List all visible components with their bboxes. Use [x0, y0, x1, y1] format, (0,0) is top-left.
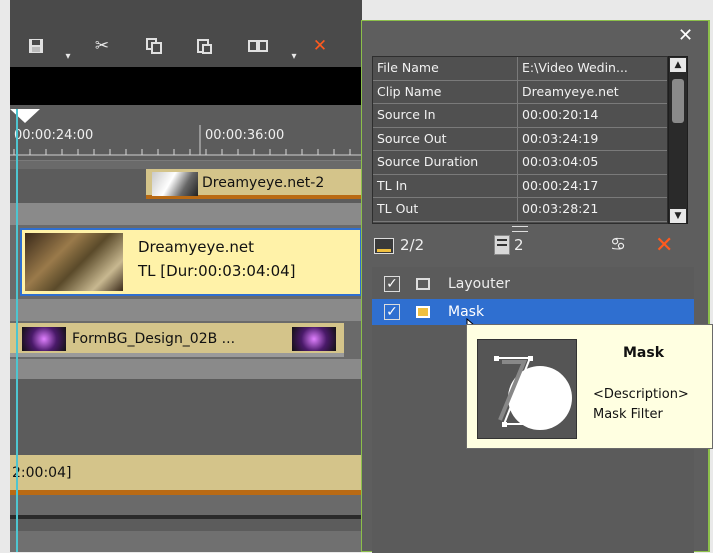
layouter-icon: [416, 278, 430, 290]
mask-icon: [416, 306, 430, 318]
property-value: E:\Video Wedin...: [518, 57, 667, 80]
filter-stack-icon[interactable]: [494, 235, 510, 255]
clip-thumbnail: [22, 327, 66, 351]
clip-formbg[interactable]: FormBG_Design_02B ...: [10, 323, 344, 357]
filter-settings-icon[interactable]: ♋: [610, 234, 626, 255]
track-gap: [10, 161, 362, 169]
filter-number: 2: [514, 236, 524, 254]
list-item-selected[interactable]: ✓ Mask: [372, 299, 694, 325]
track-row: [10, 359, 362, 379]
filter-count-label: 2/2: [400, 236, 425, 254]
clip-thumbnail: [25, 233, 123, 291]
tooltip-description-heading: <Description>: [593, 387, 689, 402]
ruler-tick-label: 00:00:36:00: [205, 128, 285, 143]
property-name: Source Out: [373, 127, 519, 150]
clip-label: FormBG_Design_02B ...: [72, 331, 236, 347]
clip-label: 2:00:04]: [12, 465, 72, 481]
property-value: 00:03:24:19: [518, 127, 667, 150]
property-name: TL Out: [373, 198, 519, 221]
track-row: [10, 203, 362, 225]
ruler-tick-label: 00:00:24:00: [14, 128, 94, 143]
splitter-handle[interactable]: [512, 226, 528, 232]
track-row: [10, 519, 362, 531]
checkbox[interactable]: ✓: [384, 304, 400, 320]
clip-properties-panel: ✕ File Name E:\Video Wedin... Clip Name Dr…: [361, 20, 710, 553]
scissors-icon[interactable]: ✂: [90, 34, 114, 58]
clip-label: Dreamyeye.net-2: [202, 175, 325, 191]
clip-audio[interactable]: 2:00:04]: [10, 455, 362, 495]
timeline-cursor[interactable]: [16, 109, 18, 552]
clip-thumbnail: [152, 172, 198, 196]
table-row[interactable]: TL In 00:00:24:17: [373, 174, 667, 198]
replace-dropdown-arrow-icon[interactable]: ▾: [288, 44, 300, 68]
clip-dreamyeye-2[interactable]: Dreamyeye.net-2: [146, 169, 362, 199]
paste-icon[interactable]: [192, 34, 216, 58]
timeline-header-bar: [10, 67, 362, 105]
property-name: Clip Name: [373, 80, 519, 103]
timeline-toolbar: ▾ ✂ ▾ ✕: [10, 0, 362, 67]
save-icon[interactable]: [24, 34, 48, 58]
table-row[interactable]: Source In 00:00:20:14: [373, 104, 667, 128]
filter-tooltip: Mask <Description> Mask Filter: [466, 324, 713, 449]
clip-dreamyeye-selected[interactable]: Dreamyeye.net TL [Dur:00:03:04:04]: [20, 228, 362, 296]
property-value: 00:03:28:21: [518, 198, 667, 221]
property-value: Dreamyeye.net: [518, 80, 667, 103]
property-value: 00:00:20:14: [518, 104, 667, 127]
timeline-area[interactable]: ▾ ✂ ▾ ✕ 00:00:24:00 00:00:36:00 Dreamyey…: [10, 0, 362, 552]
clip-title: Dreamyeye.net: [138, 238, 255, 256]
remove-filter-icon[interactable]: ✕: [655, 233, 673, 258]
property-name: Source In: [373, 104, 519, 127]
property-value: 00:00:24:17: [518, 174, 667, 197]
scroll-up-icon[interactable]: ▲: [670, 58, 686, 72]
table-row[interactable]: Source Duration 00:03:04:05: [373, 151, 667, 175]
property-value: 00:03:04:05: [518, 151, 667, 174]
property-name: File Name: [373, 57, 519, 80]
table-row[interactable]: Source Out 00:03:24:19: [373, 127, 667, 151]
filter-label: Layouter: [448, 276, 510, 292]
save-dropdown-arrow-icon[interactable]: ▾: [62, 44, 74, 68]
copy-icon[interactable]: [142, 34, 166, 58]
clip-thumbnail: [292, 327, 336, 351]
scroll-thumb[interactable]: [672, 79, 684, 123]
tooltip-title: Mask: [623, 345, 665, 361]
property-name: Source Duration: [373, 151, 519, 174]
mask-preview-icon: [477, 339, 577, 439]
track-row: [10, 379, 362, 455]
clip-duration: TL [Dur:00:03:04:04]: [138, 262, 296, 280]
replace-clip-icon[interactable]: [246, 34, 270, 58]
properties-table: File Name E:\Video Wedin... Clip Name Drea…: [372, 56, 668, 224]
list-item[interactable]: ✓ Layouter: [372, 271, 694, 297]
property-name: TL In: [373, 174, 519, 197]
table-row[interactable]: Clip Name Dreamyeye.net: [373, 80, 667, 104]
checkbox[interactable]: ✓: [384, 276, 400, 292]
table-row[interactable]: File Name E:\Video Wedin...: [373, 57, 667, 81]
close-icon[interactable]: ✕: [678, 25, 693, 46]
track-row: [10, 299, 362, 321]
table-row[interactable]: TL Out 00:03:28:21: [373, 198, 667, 222]
track-row: [10, 531, 362, 552]
layer-icon: [374, 238, 394, 254]
delete-clip-icon[interactable]: ✕: [308, 34, 332, 58]
scroll-down-icon[interactable]: ▼: [670, 209, 686, 223]
track-row: [10, 495, 362, 515]
tooltip-description: Mask Filter: [593, 407, 663, 422]
properties-scrollbar[interactable]: ▲ ▼: [668, 56, 688, 224]
